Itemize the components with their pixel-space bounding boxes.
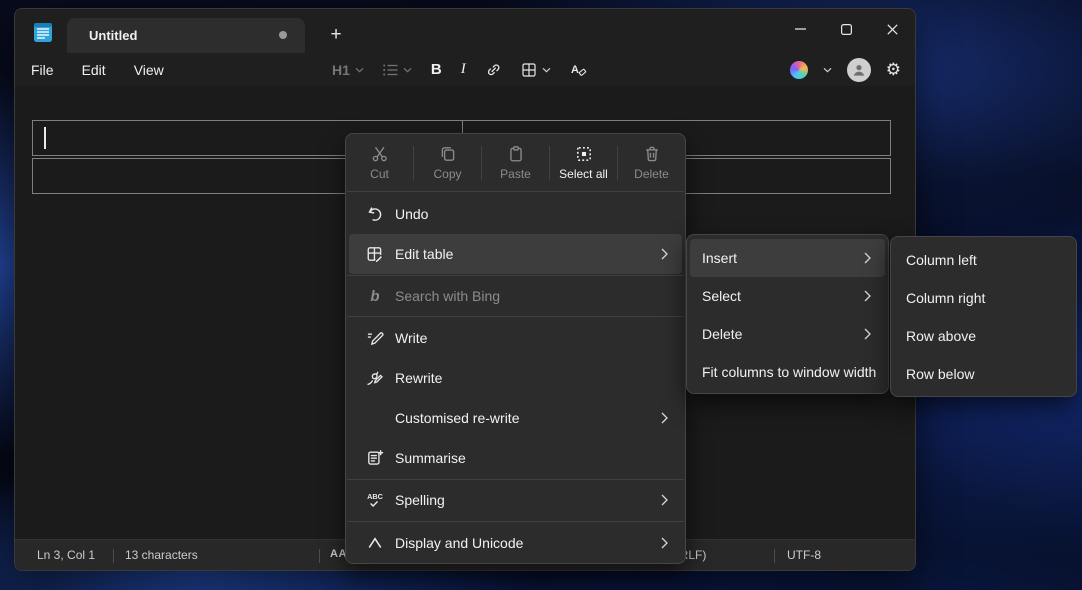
- trash-icon: [643, 145, 661, 163]
- clear-format-icon: A: [570, 62, 587, 78]
- context-menu: Cut Copy Paste Select all: [345, 133, 686, 564]
- submenu-item-column-left[interactable]: Column left: [894, 241, 1073, 279]
- menu-separator: [347, 191, 684, 192]
- scissors-icon: [371, 145, 389, 163]
- menu-separator: [347, 479, 684, 480]
- chevron-right-icon: [661, 412, 668, 424]
- chevron-right-icon: [864, 252, 871, 264]
- list-icon: [383, 64, 398, 76]
- edit-table-icon: [365, 245, 385, 263]
- chevron-down-icon[interactable]: [823, 67, 832, 73]
- svg-text:ABC: ABC: [367, 492, 384, 501]
- menu-edit[interactable]: Edit: [82, 62, 106, 78]
- close-icon: [887, 24, 898, 35]
- chevron-down-icon: [403, 67, 412, 73]
- chevron-down-icon: [542, 67, 551, 73]
- submenu-item-row-above[interactable]: Row above: [894, 317, 1073, 355]
- copy-button[interactable]: Copy: [414, 134, 481, 191]
- titlebar[interactable]: Untitled +: [15, 9, 915, 53]
- toolbar-right: ⚙: [790, 53, 901, 86]
- write-icon: [365, 329, 385, 347]
- menu-item-edit-table[interactable]: Edit table: [349, 234, 682, 274]
- list-dropdown[interactable]: [378, 57, 417, 83]
- char-count: 13 characters: [125, 548, 198, 562]
- menu-separator: [347, 316, 684, 317]
- submenu-item-column-right[interactable]: Column right: [894, 279, 1073, 317]
- submenu-item-insert[interactable]: Insert: [690, 239, 885, 277]
- notepad-app-icon: [33, 21, 53, 43]
- bold-button[interactable]: B: [426, 57, 447, 83]
- minimize-button[interactable]: [777, 9, 823, 49]
- chevron-right-icon: [661, 248, 668, 260]
- new-tab-button[interactable]: +: [321, 21, 351, 49]
- maximize-icon: [841, 24, 852, 35]
- menu-separator: [347, 521, 684, 522]
- caret-icon: [365, 534, 385, 552]
- tab-title: Untitled: [89, 28, 137, 43]
- statusbar-separator: [113, 549, 114, 563]
- menu-view[interactable]: View: [134, 62, 164, 78]
- cut-button[interactable]: Cut: [346, 134, 413, 191]
- copy-icon: [439, 145, 457, 163]
- paste-button[interactable]: Paste: [482, 134, 549, 191]
- encoding[interactable]: UTF-8: [787, 548, 821, 562]
- submenu-item-row-below[interactable]: Row below: [894, 355, 1073, 393]
- svg-text:A: A: [571, 64, 579, 76]
- menu-item-customised-rewrite[interactable]: Customised re-write: [349, 398, 682, 438]
- spelling-icon: ABC: [365, 491, 385, 509]
- command-bar: File Edit View H1 B I: [15, 53, 915, 86]
- chevron-right-icon: [661, 537, 668, 549]
- formatting-toolbar: H1 B I A: [327, 53, 592, 86]
- chevron-down-icon: [355, 67, 364, 73]
- cursor-position: Ln 3, Col 1: [37, 548, 95, 562]
- chevron-right-icon: [661, 494, 668, 506]
- submenu-item-delete[interactable]: Delete: [690, 315, 885, 353]
- maximize-button[interactable]: [823, 9, 869, 49]
- edit-table-submenu: Insert Select Delete Fit columns to wind…: [686, 234, 889, 394]
- statusbar-separator: [319, 549, 320, 563]
- summarise-icon: [365, 449, 385, 467]
- paste-icon: [507, 145, 525, 163]
- undo-icon: [365, 205, 385, 223]
- account-button[interactable]: [847, 58, 871, 82]
- copilot-icon[interactable]: [790, 61, 808, 79]
- delete-button[interactable]: Delete: [618, 134, 685, 191]
- italic-button[interactable]: I: [456, 57, 471, 83]
- menu-item-rewrite[interactable]: Rewrite: [349, 358, 682, 398]
- bing-icon: b: [365, 288, 385, 305]
- menu-item-display-and-unicode[interactable]: Display and Unicode: [349, 523, 682, 563]
- close-button[interactable]: [869, 9, 915, 49]
- context-menu-actions-row: Cut Copy Paste Select all: [346, 134, 685, 191]
- submenu-item-select[interactable]: Select: [690, 277, 885, 315]
- insert-submenu: Column left Column right Row above Row b…: [890, 236, 1077, 397]
- menu-item-undo[interactable]: Undo: [349, 194, 682, 234]
- rewrite-icon: [365, 369, 385, 387]
- account-icon: [851, 62, 867, 78]
- chevron-right-icon: [864, 290, 871, 302]
- clear-format-button[interactable]: A: [565, 57, 592, 83]
- select-all-icon: [575, 145, 593, 163]
- link-icon: [485, 62, 502, 78]
- settings-gear-icon[interactable]: ⚙: [886, 60, 901, 80]
- unsaved-dot-icon: [279, 31, 287, 39]
- submenu-item-fit-columns[interactable]: Fit columns to window width: [690, 353, 885, 391]
- menu-file[interactable]: File: [31, 62, 54, 78]
- menu-item-spelling[interactable]: ABC Spelling: [349, 481, 682, 519]
- menu-item-write[interactable]: Write: [349, 318, 682, 358]
- text-caret: [44, 127, 46, 149]
- link-button[interactable]: [480, 57, 507, 83]
- heading-dropdown[interactable]: H1: [327, 57, 369, 83]
- table-dropdown[interactable]: [516, 57, 556, 83]
- menubar: File Edit View: [31, 62, 164, 78]
- menu-item-search-with-bing[interactable]: b Search with Bing: [349, 276, 682, 316]
- statusbar-separator: [774, 549, 775, 563]
- select-all-button[interactable]: Select all: [550, 134, 617, 191]
- menu-item-summarise[interactable]: Summarise: [349, 438, 682, 478]
- tab-untitled[interactable]: Untitled: [67, 18, 305, 53]
- desktop: Untitled + File Edit View H1: [0, 0, 1082, 590]
- minimize-icon: [795, 28, 806, 30]
- table-icon: [521, 62, 537, 78]
- chevron-right-icon: [864, 328, 871, 340]
